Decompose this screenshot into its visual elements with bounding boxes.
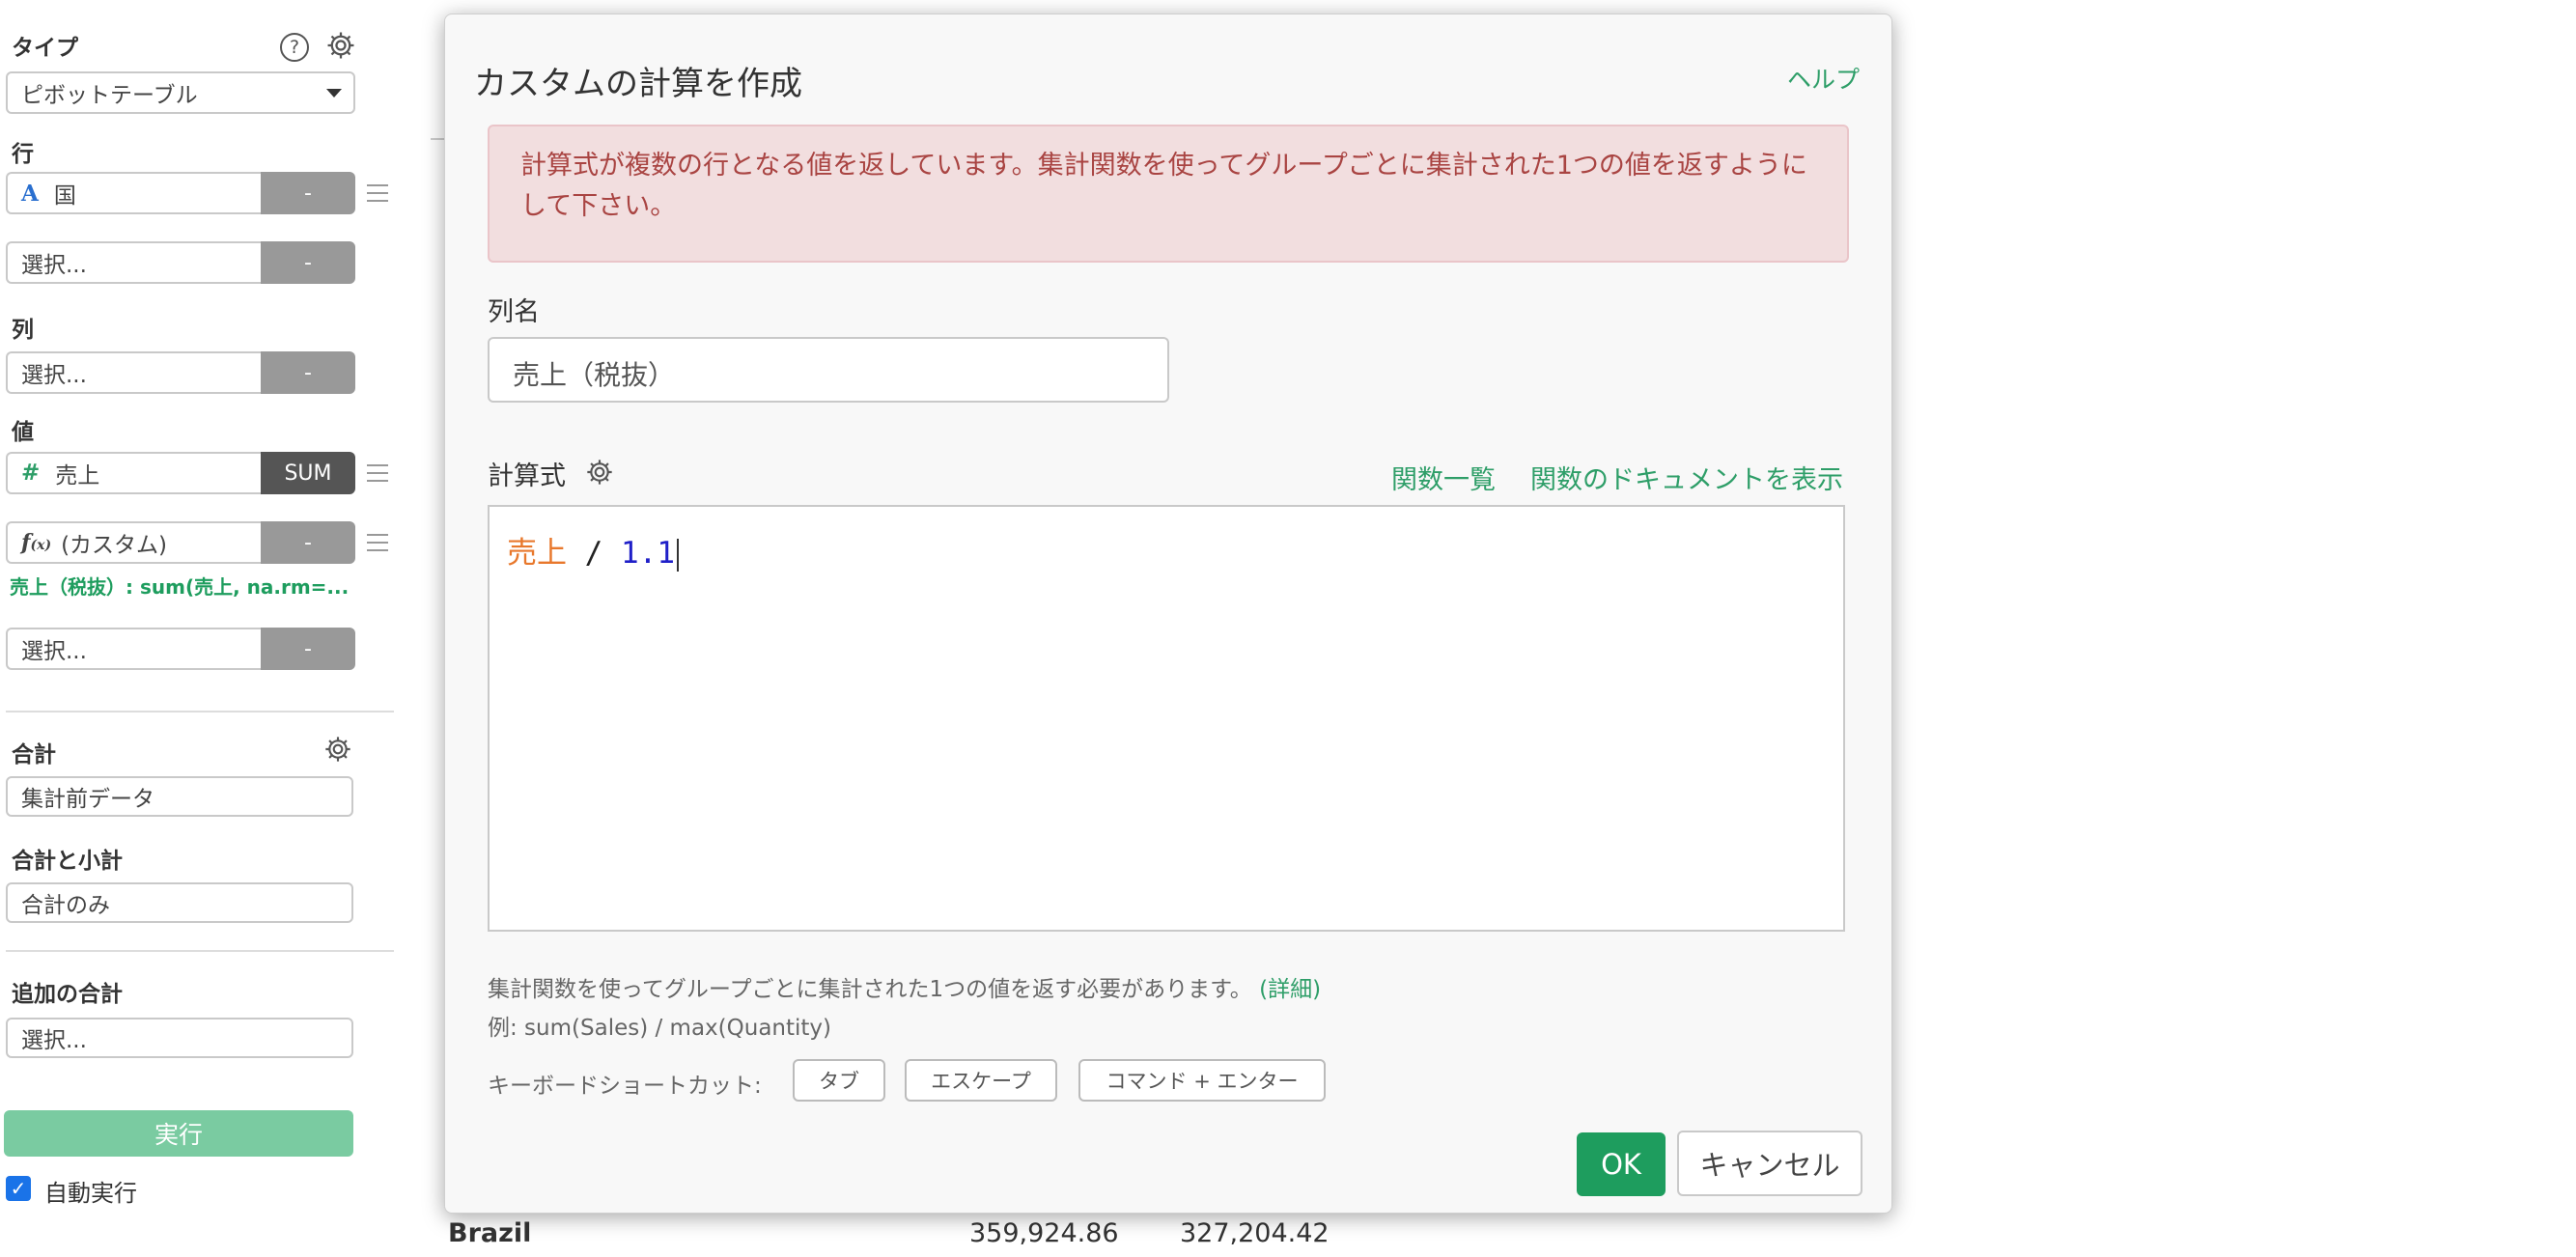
error-message: 計算式が複数の行となる値を返しています。集計関数を使ってグループごとに集計された… bbox=[520, 151, 1807, 221]
auto-run-label: 自動実行 bbox=[44, 1180, 137, 1207]
custom-menu-button[interactable]: - bbox=[261, 521, 355, 564]
value-field-custom[interactable]: f(x) (カスタム) - bbox=[6, 521, 355, 564]
custom-formula-summary[interactable]: 売上（税抜）: sum(売上, na.rm=... bbox=[10, 572, 357, 600]
additional-total-select[interactable]: 選択... bbox=[6, 1018, 353, 1058]
row-empty-menu-button[interactable]: - bbox=[261, 241, 355, 284]
gear-icon[interactable] bbox=[324, 29, 357, 62]
type-label: タイプ bbox=[12, 36, 78, 61]
hint-line: 集計関数を使ってグループごとに集計された1つの値を返す必要があります。 (詳細) bbox=[488, 970, 1321, 1003]
sidebar: タイプ ? ピボットテーブル 行 A国 - 選択... - 列 選択... - … bbox=[0, 0, 406, 1257]
shortcut-key-escape: エスケープ bbox=[905, 1059, 1057, 1102]
column-label: 列 bbox=[12, 318, 34, 343]
row-field-country[interactable]: A国 - bbox=[6, 172, 355, 214]
auto-run-checkbox[interactable]: ✓ bbox=[6, 1176, 31, 1201]
custom-field-name: (カスタム) bbox=[61, 533, 168, 558]
gear-icon[interactable] bbox=[584, 457, 615, 488]
drag-handle-icon[interactable] bbox=[367, 464, 388, 482]
text-cursor bbox=[677, 538, 679, 572]
row-field-empty[interactable]: 選択... - bbox=[6, 241, 355, 284]
column-name-input[interactable]: 売上（税抜） bbox=[488, 337, 1169, 403]
drag-handle-icon[interactable] bbox=[367, 534, 388, 551]
gear-icon[interactable] bbox=[322, 734, 353, 765]
shortcut-key-tab: タブ bbox=[793, 1059, 885, 1102]
total-label: 合計 bbox=[12, 742, 56, 768]
example-text: 例: sum(Sales) / max(Quantity) bbox=[488, 1016, 832, 1041]
shortcut-label: キーボードショートカット: bbox=[488, 1074, 762, 1099]
value-field-name: 売上 bbox=[55, 463, 100, 489]
column-menu-button[interactable]: - bbox=[261, 351, 355, 394]
help-link[interactable]: ヘルプ bbox=[1787, 61, 1860, 96]
row-label: 行 bbox=[12, 142, 34, 167]
shortcut-key-cmd-enter: コマンド + エンター bbox=[1078, 1059, 1326, 1102]
dialog-title: カスタムの計算を作成 bbox=[474, 65, 802, 103]
run-button[interactable]: 実行 bbox=[4, 1110, 353, 1157]
type-select-value: ピボットテーブル bbox=[21, 83, 198, 108]
cell-value: 359,924.86 bbox=[969, 1218, 1119, 1248]
function-icon: f(x) bbox=[21, 530, 52, 555]
formula-number-token: 1.1 bbox=[621, 536, 675, 571]
row-header: Brazil bbox=[448, 1218, 532, 1248]
total-select[interactable]: 集計前データ bbox=[6, 776, 353, 817]
column-field-empty[interactable]: 選択... - bbox=[6, 351, 355, 394]
hint-details-link[interactable]: (詳細) bbox=[1259, 977, 1321, 1002]
value-field-sales[interactable]: # 売上 SUM bbox=[6, 452, 355, 494]
aggregation-button[interactable]: SUM bbox=[261, 452, 355, 494]
row-field-name: 国 bbox=[53, 183, 76, 209]
formula-editor[interactable]: 売上 / 1.1 bbox=[488, 505, 1845, 932]
function-docs-link[interactable]: 関数のドキュメントを表示 bbox=[1530, 459, 1843, 496]
column-name-label: 列名 bbox=[488, 297, 540, 327]
column-name-value: 売上（税抜） bbox=[513, 359, 676, 391]
subtotal-label: 合計と小計 bbox=[12, 849, 123, 874]
additional-total-label: 追加の合計 bbox=[12, 982, 123, 1007]
table-row: Brazil 359,924.86 327,204.42 bbox=[444, 1215, 1410, 1253]
value-field-empty[interactable]: 選択... - bbox=[6, 628, 355, 670]
value-label: 値 bbox=[12, 420, 34, 445]
type-select[interactable]: ピボットテーブル bbox=[6, 71, 355, 114]
drag-handle-icon[interactable] bbox=[367, 184, 388, 202]
text-type-icon: A bbox=[21, 180, 39, 207]
cell-value: 327,204.42 bbox=[1180, 1218, 1330, 1248]
divider bbox=[6, 950, 394, 952]
hint-text: 集計関数を使ってグループごとに集計された1つの値を返す必要があります。 bbox=[488, 977, 1252, 1002]
caret-down-icon bbox=[326, 89, 342, 98]
custom-calculation-dialog: カスタムの計算を作成 ヘルプ 計算式が複数の行となる値を返しています。集計関数を… bbox=[444, 14, 1892, 1214]
function-list-link[interactable]: 関数一覧 bbox=[1391, 459, 1496, 496]
value-empty-menu-button[interactable]: - bbox=[261, 628, 355, 670]
formula-operator-token: / bbox=[567, 536, 621, 571]
ok-button[interactable]: OK bbox=[1577, 1132, 1666, 1196]
number-type-icon: # bbox=[21, 461, 41, 486]
help-icon[interactable]: ? bbox=[280, 33, 309, 62]
formula-label: 計算式 bbox=[488, 461, 566, 491]
row-field-menu-button[interactable]: - bbox=[261, 172, 355, 214]
formula-column-token: 売上 bbox=[507, 536, 567, 571]
divider bbox=[6, 711, 394, 712]
cancel-button[interactable]: キャンセル bbox=[1677, 1131, 1862, 1196]
subtotal-select[interactable]: 合計のみ bbox=[6, 882, 353, 923]
error-alert: 計算式が複数の行となる値を返しています。集計関数を使ってグループごとに集計された… bbox=[488, 125, 1849, 263]
